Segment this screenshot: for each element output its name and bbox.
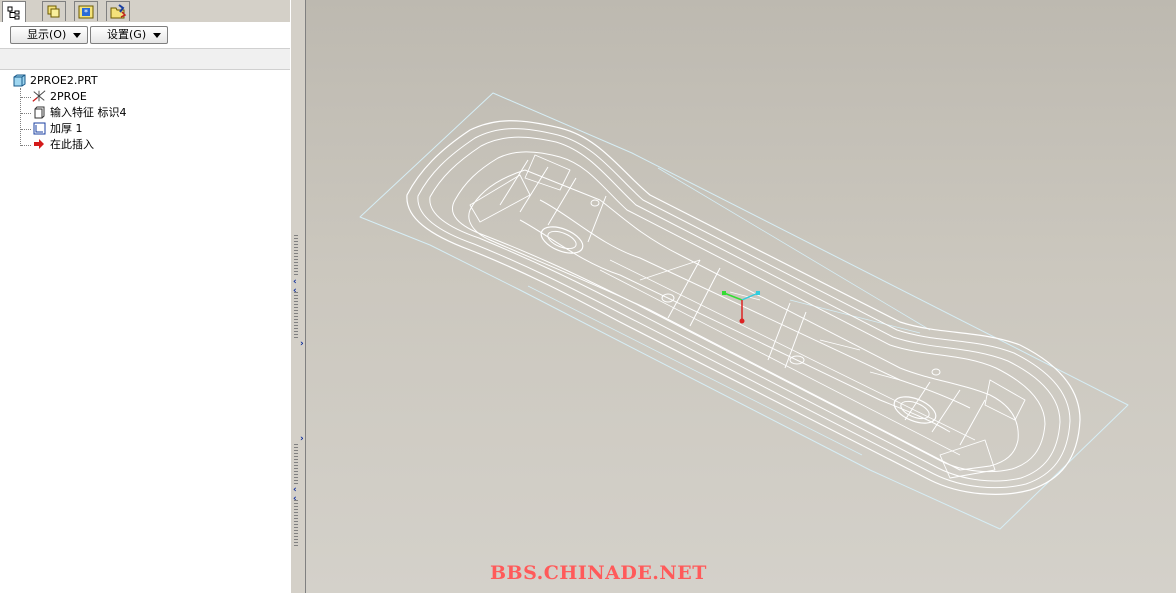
tree-item-csys[interactable]: 2PROE xyxy=(32,88,87,104)
layers-icon xyxy=(47,5,60,17)
tree-item-import-feature[interactable]: 输入特征 标识4 xyxy=(32,104,127,120)
center-band-lines xyxy=(599,259,976,456)
svg-text:*: * xyxy=(84,8,88,17)
settings-dropdown-label: 设置(G) xyxy=(107,28,147,41)
rim-contour-2 xyxy=(417,128,1071,489)
tree-item-label: 输入特征 标识4 xyxy=(50,106,127,119)
tree-item-label: 2PROE xyxy=(50,89,87,103)
splitter-grip[interactable] xyxy=(294,500,298,548)
tree-item-insert-here[interactable]: 在此插入 xyxy=(32,136,94,152)
tab-folder-browser[interactable] xyxy=(106,1,130,21)
left-boss-hole xyxy=(540,226,584,254)
insert-here-arrow-icon xyxy=(32,137,46,151)
model-tree-icon xyxy=(7,6,20,19)
rim-contour-3 xyxy=(429,136,1061,482)
flange-inner-line xyxy=(527,167,931,456)
graphics-viewport[interactable] xyxy=(306,0,1176,593)
tree-item-label: 在此插入 xyxy=(50,138,94,151)
chevron-down-icon xyxy=(153,33,161,38)
small-hole-3 xyxy=(590,199,600,207)
model-tree-toolbar: 显示(O) 设置(G) xyxy=(0,22,290,48)
import-feature-icon xyxy=(32,105,46,119)
show-dropdown-label: 显示(O) xyxy=(27,28,67,41)
tree-connector xyxy=(21,97,31,98)
tab-favorites[interactable]: * xyxy=(74,1,98,21)
tab-model-tree[interactable] xyxy=(2,1,26,23)
tree-header-bar xyxy=(0,48,290,70)
show-dropdown-button[interactable]: 显示(O) xyxy=(10,26,88,44)
model-tree-panel: * 显示(O) 设置(G) 2PROE2.PRT 2PROE 输入特征 标识4 … xyxy=(0,0,291,593)
small-hole-4 xyxy=(931,368,941,376)
expand-right-icon[interactable]: › xyxy=(300,340,304,349)
thicken-icon xyxy=(32,121,46,135)
splitter-grip[interactable] xyxy=(294,292,298,340)
expand-right-icon[interactable]: › xyxy=(300,435,304,444)
csys-icon xyxy=(32,89,46,103)
tree-connector xyxy=(21,145,31,146)
part-icon xyxy=(12,73,26,87)
tree-connector xyxy=(21,129,31,130)
coordinate-triad xyxy=(722,291,760,324)
splitter-grip[interactable] xyxy=(294,444,298,484)
favorites-icon: * xyxy=(78,5,94,18)
watermark-text: BBS.CHINADE.NET xyxy=(490,562,707,584)
tree-item-root[interactable]: 2PROE2.PRT xyxy=(12,72,98,88)
navigator-tabbar: * xyxy=(0,0,290,23)
left-boss-hole-inner xyxy=(547,230,577,250)
tree-connector xyxy=(21,113,31,114)
splitter-grip[interactable] xyxy=(294,235,298,275)
chevron-down-icon xyxy=(73,33,81,38)
tree-item-label: 加厚 1 xyxy=(50,122,83,135)
wireframe-model[interactable] xyxy=(306,0,1176,593)
folder-browser-icon xyxy=(110,3,127,18)
tab-layers[interactable] xyxy=(42,1,66,21)
settings-dropdown-button[interactable]: 设置(G) xyxy=(90,26,168,44)
rim-contour-4 xyxy=(452,151,1046,473)
tree-item-thicken[interactable]: 加厚 1 xyxy=(32,120,83,136)
tree-item-label: 2PROE2.PRT xyxy=(30,73,98,87)
panel-splitter[interactable]: ‹ ‹ › ‹ ‹ › xyxy=(290,0,306,593)
flange-outline xyxy=(359,92,1129,530)
